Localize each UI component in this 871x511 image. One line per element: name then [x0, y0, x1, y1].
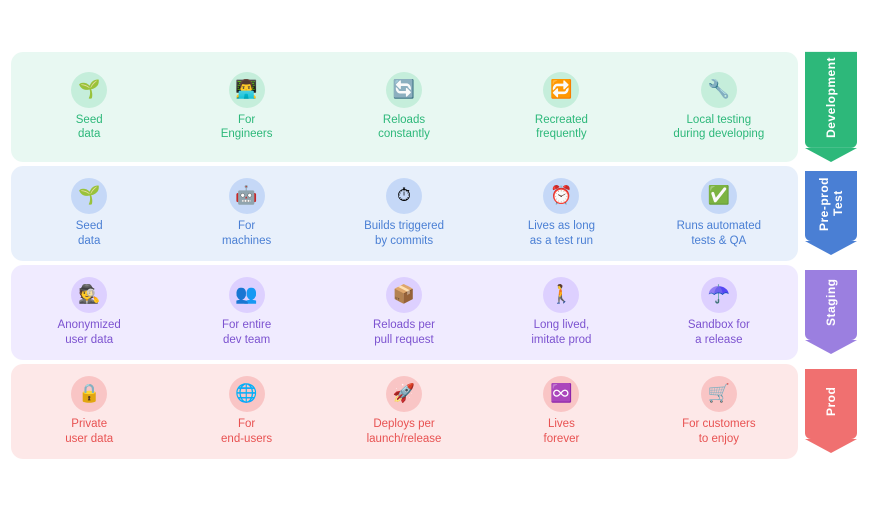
test-label-4: Runs automated tests & QA: [677, 219, 761, 249]
section-development: 🌱 Seed data 👨‍💻 For Engineers 🔄 Reloads const…: [11, 52, 861, 162]
development-label-text: Development: [805, 52, 857, 148]
test-label-text: Pre-prod Test: [805, 171, 857, 241]
development-label-0: Seed data: [76, 113, 103, 143]
prod-icon-4: 🛒: [701, 376, 737, 412]
prod-label-2: Deploys per launch/release: [367, 417, 442, 447]
staging-label-4: Sandbox for a release: [688, 318, 750, 348]
test-cell-2: ⏱ Builds triggered by commits: [325, 166, 482, 261]
development-label-3: Recreated frequently: [535, 113, 588, 143]
test-label-3: Lives as long as a test run: [528, 219, 595, 249]
prod-cell-1: 🌐 For end-users: [168, 364, 325, 459]
test-icon-0: 🌱: [71, 178, 107, 214]
development-icon-3: 🔁: [543, 72, 579, 108]
prod-label-0: Private user data: [65, 417, 113, 447]
test-icon-4: ✅: [701, 178, 737, 214]
test-label-0: Seed data: [76, 219, 103, 249]
staging-label-3: Long lived, imitate prod: [531, 318, 591, 348]
prod-cell-0: 🔒 Private user data: [11, 364, 168, 459]
prod-icon-1: 🌐: [229, 376, 265, 412]
test-arrow-point: [805, 241, 857, 255]
development-label-1: For Engineers: [221, 113, 273, 143]
prod-label-1: For end-users: [221, 417, 272, 447]
prod-label-3: Lives forever: [544, 417, 580, 447]
development-label-4: Local testing during developing: [673, 113, 764, 143]
development-icon-0: 🌱: [71, 72, 107, 108]
prod-label-text: Prod: [805, 369, 857, 439]
development-cell-1: 👨‍💻 For Engineers: [168, 52, 325, 162]
prod-cell-2: 🚀 Deploys per launch/release: [325, 364, 482, 459]
development-label-wrap: Development: [801, 52, 861, 162]
staging-cell-3: 🚶 Long lived, imitate prod: [483, 265, 640, 360]
prod-label-wrap: Prod: [801, 364, 861, 459]
main-container: 🌱 Seed data 👨‍💻 For Engineers 🔄 Reloads const…: [6, 38, 866, 473]
test-cell-0: 🌱 Seed data: [11, 166, 168, 261]
test-icon-1: 🤖: [229, 178, 265, 214]
staging-arrow: Staging: [805, 270, 857, 354]
development-icon-4: 🔧: [701, 72, 737, 108]
test-label-1: For machines: [222, 219, 271, 249]
sections-container: 🌱 Seed data 👨‍💻 For Engineers 🔄 Reloads const…: [11, 52, 861, 459]
development-cell-0: 🌱 Seed data: [11, 52, 168, 162]
staging-arrow-point: [805, 340, 857, 354]
development-cell-2: 🔄 Reloads constantly: [325, 52, 482, 162]
test-cell-4: ✅ Runs automated tests & QA: [640, 166, 797, 261]
staging-icon-2: 📦: [386, 277, 422, 313]
development-icon-2: 🔄: [386, 72, 422, 108]
prod-icon-3: ♾️: [543, 376, 579, 412]
test-label-2: Builds triggered by commits: [364, 219, 444, 249]
prod-label-4: For customers to enjoy: [682, 417, 756, 447]
staging-label-0: Anonymized user data: [58, 318, 121, 348]
prod-icon-0: 🔒: [71, 376, 107, 412]
staging-icon-3: 🚶: [543, 277, 579, 313]
development-arrow-point: [805, 148, 857, 162]
test-cell-3: ⏰ Lives as long as a test run: [483, 166, 640, 261]
prod-cell-3: ♾️ Lives forever: [483, 364, 640, 459]
staging-label-wrap: Staging: [801, 265, 861, 360]
development-grid: 🌱 Seed data 👨‍💻 For Engineers 🔄 Reloads const…: [11, 52, 798, 162]
staging-icon-0: 🕵️: [71, 277, 107, 313]
staging-label-1: For entire dev team: [222, 318, 271, 348]
development-cell-4: 🔧 Local testing during developing: [640, 52, 797, 162]
staging-cell-4: ☂️ Sandbox for a release: [640, 265, 797, 360]
staging-icon-4: ☂️: [701, 277, 737, 313]
staging-cell-0: 🕵️ Anonymized user data: [11, 265, 168, 360]
section-prod: 🔒 Private user data 🌐 For end-users 🚀 Deploys…: [11, 364, 861, 459]
test-label-wrap: Pre-prod Test: [801, 166, 861, 261]
test-grid: 🌱 Seed data 🤖 For machines ⏱ Builds triggered…: [11, 166, 798, 261]
test-arrow: Pre-prod Test: [805, 171, 857, 255]
test-cell-1: 🤖 For machines: [168, 166, 325, 261]
development-icon-1: 👨‍💻: [229, 72, 265, 108]
staging-cell-1: 👥 For entire dev team: [168, 265, 325, 360]
prod-arrow-point: [805, 439, 857, 453]
section-staging: 🕵️ Anonymized user data 👥 For entire dev te…: [11, 265, 861, 360]
prod-arrow: Prod: [805, 369, 857, 453]
staging-label-text: Staging: [805, 270, 857, 340]
staging-grid: 🕵️ Anonymized user data 👥 For entire dev te…: [11, 265, 798, 360]
section-test: 🌱 Seed data 🤖 For machines ⏱ Builds triggered…: [11, 166, 861, 261]
staging-label-2: Reloads per pull request: [373, 318, 435, 348]
test-icon-2: ⏱: [386, 178, 422, 214]
staging-icon-1: 👥: [229, 277, 265, 313]
development-cell-3: 🔁 Recreated frequently: [483, 52, 640, 162]
prod-icon-2: 🚀: [386, 376, 422, 412]
staging-cell-2: 📦 Reloads per pull request: [325, 265, 482, 360]
test-icon-3: ⏰: [543, 178, 579, 214]
development-label-2: Reloads constantly: [378, 113, 430, 143]
development-arrow: Development: [805, 52, 857, 162]
prod-cell-4: 🛒 For customers to enjoy: [640, 364, 797, 459]
prod-grid: 🔒 Private user data 🌐 For end-users 🚀 Deploys…: [11, 364, 798, 459]
